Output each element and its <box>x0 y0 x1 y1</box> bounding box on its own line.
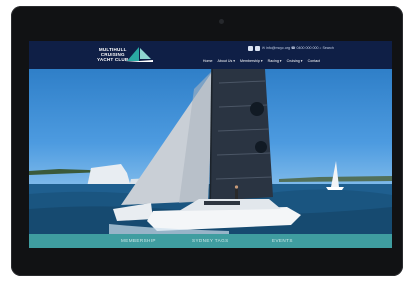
distant-yacht-hull <box>326 187 344 190</box>
distant-yacht-sail <box>331 161 339 187</box>
club-logo-text[interactable]: MULTIHULL CRUISING YACHT CLUB <box>97 47 128 62</box>
bottom-nav-membership[interactable]: MEMBERSHIP <box>121 238 156 243</box>
crew-member <box>235 189 238 199</box>
cruise-ship <box>87 164 131 187</box>
bottom-nav-bar: MEMBERSHIP SYDNEY TAGS EVENTS <box>29 234 392 248</box>
facebook-icon[interactable] <box>248 46 253 51</box>
instagram-icon[interactable] <box>255 46 260 51</box>
social-links <box>248 46 260 51</box>
main-nav: Home About Us ▾ Membership ▾ Racing ▾ Cr… <box>203 59 320 63</box>
bottom-nav-events[interactable]: EVENTS <box>272 238 293 243</box>
mainsail <box>210 69 273 201</box>
nav-contact[interactable]: Contact <box>308 59 320 63</box>
front-camera <box>219 19 224 24</box>
catamaran-photo <box>29 69 392 234</box>
bottom-nav-sydney-tags[interactable]: SYDNEY TAGS <box>192 238 229 243</box>
logo-line-3: YACHT CLUB <box>97 57 129 62</box>
nav-racing[interactable]: Racing ▾ <box>268 59 282 63</box>
hero-image <box>29 69 392 234</box>
site-header: MULTIHULL CRUISING YACHT CLUB ✉ info@mcy… <box>29 41 392 69</box>
nav-about-us[interactable]: About Us ▾ <box>217 59 235 63</box>
nav-home[interactable]: Home <box>203 59 213 63</box>
website-screen: MULTIHULL CRUISING YACHT CLUB ✉ info@mcy… <box>29 41 392 248</box>
logo-sail-icon <box>125 47 153 62</box>
nav-membership[interactable]: Membership ▾ <box>240 59 263 63</box>
cabin-window <box>204 201 240 205</box>
header-contact-line[interactable]: ✉ info@mcyc.org ☎ 0400 000 000 ⌕ Search <box>262 46 334 50</box>
nav-cruising[interactable]: Cruising ▾ <box>287 59 303 63</box>
